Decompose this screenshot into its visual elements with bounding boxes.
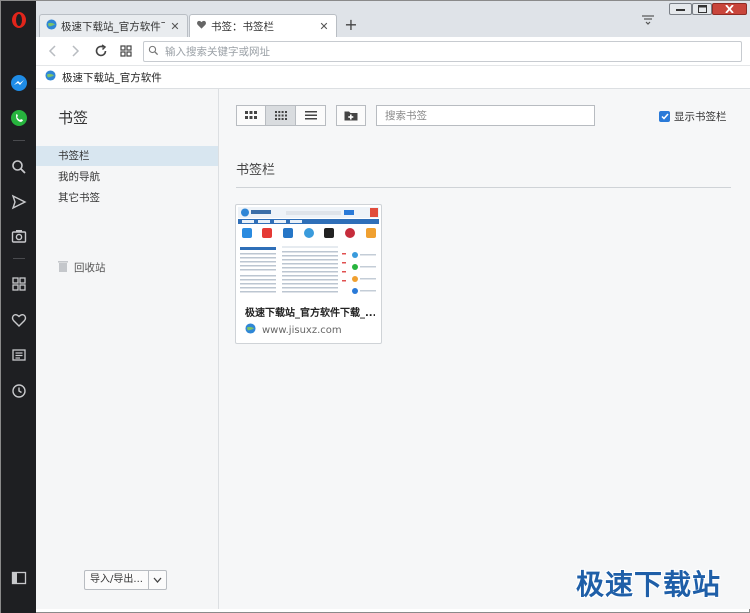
forward-icon[interactable] xyxy=(68,43,84,59)
globe-icon xyxy=(245,323,256,337)
speed-dial-icon[interactable] xyxy=(8,273,30,295)
new-folder-icon[interactable] xyxy=(336,105,366,126)
maximize-icon[interactable] xyxy=(692,3,712,15)
import-export-control: 导入/导出... xyxy=(84,570,167,590)
minimize-icon[interactable] xyxy=(669,3,692,15)
back-icon[interactable] xyxy=(44,43,60,59)
whatsapp-icon[interactable] xyxy=(8,107,30,129)
show-bookmarks-bar-label: 显示书签栏 xyxy=(674,111,727,123)
view-mode-group xyxy=(236,105,326,126)
news-icon[interactable] xyxy=(8,344,30,366)
trash-label: 回收站 xyxy=(74,262,106,274)
globe-icon xyxy=(46,19,57,33)
bookmark-card[interactable]: 极速下载站_官方软件下载_... www.jisuxz.com xyxy=(235,204,382,344)
section-divider xyxy=(236,187,731,188)
bookmark-card-url-row: www.jisuxz.com xyxy=(245,323,342,337)
address-input[interactable]: 输入搜索关键字或网址 xyxy=(143,41,742,62)
sidebar-item-other-bookmarks[interactable]: 其它书签 xyxy=(36,188,218,208)
bookmark-thumbnail xyxy=(238,207,379,299)
tab-menu-icon[interactable] xyxy=(641,15,655,25)
show-bookmarks-bar-toggle[interactable]: 显示书签栏 xyxy=(659,109,727,124)
send-icon[interactable] xyxy=(8,191,30,213)
camera-icon[interactable] xyxy=(8,225,30,247)
import-export-button[interactable]: 导入/导出... xyxy=(84,570,149,590)
tab-strip: 极速下载站_官方软件下载 ✕ 书签：书签栏 ✕ + xyxy=(36,1,750,37)
search-icon xyxy=(148,45,159,59)
browser-window: 极速下载站_官方软件下载 ✕ 书签：书签栏 ✕ + xyxy=(0,0,750,613)
list-view-icon[interactable] xyxy=(296,105,326,126)
trash-icon xyxy=(58,260,68,275)
window-close-icon[interactable] xyxy=(712,3,747,15)
address-placeholder: 输入搜索关键字或网址 xyxy=(165,46,270,58)
panel-title: 书签 xyxy=(58,109,89,127)
watermark-text: 极速下载站 xyxy=(576,568,722,601)
bookmarks-bar-item[interactable]: 极速下载站_官方软件 xyxy=(62,70,162,85)
chevron-down-icon[interactable] xyxy=(149,570,167,590)
bookmark-search-input[interactable] xyxy=(376,105,595,126)
history-clock-icon[interactable] xyxy=(8,380,30,402)
tab-close-icon[interactable]: ✕ xyxy=(169,20,181,33)
small-grid-view-icon[interactable] xyxy=(266,105,296,126)
tab-title: 书签：书签栏 xyxy=(211,20,274,33)
large-grid-view-icon[interactable] xyxy=(236,105,266,126)
sidebar-toggle-icon[interactable] xyxy=(8,567,30,589)
bookmarks-bar: 极速下载站_官方软件 xyxy=(36,66,750,89)
heart-icon[interactable] xyxy=(8,309,30,331)
tab-bookmarks[interactable]: 书签：书签栏 ✕ xyxy=(189,14,337,37)
bookmarks-main: 显示书签栏 书签栏 xyxy=(219,89,750,609)
tab-title: 极速下载站_官方软件下载 xyxy=(61,20,165,33)
heart-icon xyxy=(196,19,207,33)
tab-jisuxz[interactable]: 极速下载站_官方软件下载 ✕ xyxy=(39,14,188,37)
address-bar-row: 输入搜索关键字或网址 xyxy=(36,37,750,66)
messenger-icon[interactable] xyxy=(8,72,30,94)
tab-close-icon[interactable]: ✕ xyxy=(318,20,330,33)
bookmark-card-title: 极速下载站_官方软件下载_... xyxy=(245,308,375,319)
sidebar-item-my-navigation[interactable]: 我的导航 xyxy=(36,167,218,187)
sidebar-item-bookmarks-bar[interactable]: 书签栏 xyxy=(36,146,218,166)
sidebar-separator xyxy=(13,140,25,141)
bookmark-folders-panel: 书签 书签栏 我的导航 其它书签 回收站 导入/导出... xyxy=(36,89,219,609)
opera-sidebar xyxy=(1,1,36,613)
globe-icon xyxy=(45,70,56,84)
section-title: 书签栏 xyxy=(236,163,276,178)
search-icon[interactable] xyxy=(8,156,30,178)
opera-logo-icon[interactable] xyxy=(8,9,30,31)
bookmark-card-url: www.jisuxz.com xyxy=(262,324,342,336)
sidebar-separator xyxy=(13,258,25,259)
trash-item[interactable]: 回收站 xyxy=(58,260,106,275)
new-tab-plus-icon[interactable]: + xyxy=(342,16,360,34)
tab-grid-icon[interactable] xyxy=(118,43,134,59)
reload-icon[interactable] xyxy=(93,43,109,59)
checkbox-checked-icon[interactable] xyxy=(659,111,670,122)
